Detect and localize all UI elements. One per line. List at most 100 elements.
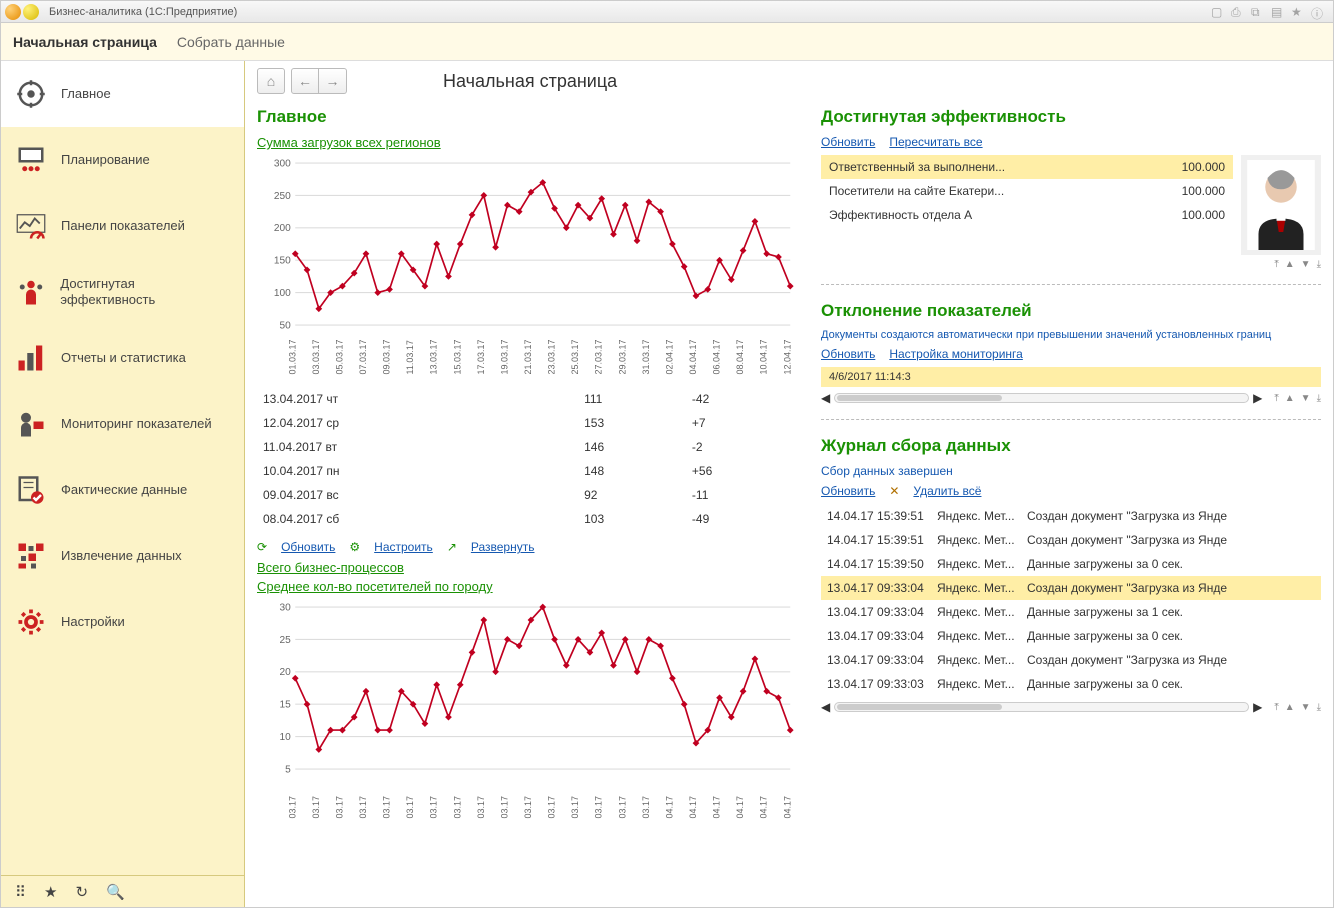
svg-text:03.17: 03.17 — [499, 796, 509, 819]
dev-row[interactable]: 4/6/2017 11:14:3 — [821, 367, 1321, 387]
svg-text:15: 15 — [280, 700, 292, 711]
log-row[interactable]: 13.04.17 09:33:04Яндекс. Мет...Данные за… — [821, 600, 1321, 624]
sidebar-item-reports[interactable]: Отчеты и статистика — [1, 325, 244, 391]
info-icon[interactable]: ⓘ — [1311, 5, 1325, 19]
eff-item[interactable]: Эффективность отдела А100.000 — [821, 203, 1233, 227]
log-row[interactable]: 13.04.17 09:33:03Яндекс. Мет...Данные за… — [821, 672, 1321, 696]
svg-text:17.03.17: 17.03.17 — [476, 339, 486, 374]
forward-button[interactable]: → — [319, 68, 347, 94]
action-refresh[interactable]: Обновить — [281, 540, 335, 554]
board-icon — [15, 144, 47, 176]
svg-text:10: 10 — [280, 732, 292, 743]
favorite-icon[interactable]: ★ — [44, 883, 57, 901]
scroll-left-icon[interactable]: ◀ — [821, 391, 830, 405]
sidebar-item-planning[interactable]: Планирование — [1, 127, 244, 193]
pg-up-icon[interactable]: ▲ — [1285, 702, 1295, 713]
log-hscroll[interactable]: ◀ ▶ ⤒ ▲ ▼ ⤓ — [821, 700, 1321, 714]
search-icon[interactable]: 🔍 — [106, 883, 125, 901]
svg-text:19.03.17: 19.03.17 — [499, 339, 509, 374]
dev-setup[interactable]: Настройка мониторинга — [889, 347, 1023, 361]
svg-text:11.03.17: 11.03.17 — [405, 340, 415, 374]
eff-item[interactable]: Посетители на сайте Екатери...100.000 — [821, 179, 1233, 203]
scroll-right-icon[interactable]: ▶ — [1253, 391, 1262, 405]
pg-first-icon[interactable]: ⤒ — [1274, 393, 1278, 404]
save-icon[interactable]: ▢ — [1211, 5, 1225, 19]
titlebar-actions: ▢ ⎙ ⧉ ▤ ★ ⓘ — [1211, 5, 1329, 19]
sidebar-item-extract[interactable]: Извлечение данных — [1, 523, 244, 589]
bp-link[interactable]: Всего бизнес-процессов — [257, 560, 404, 575]
svg-text:03.17: 03.17 — [594, 796, 604, 819]
chart2-link[interactable]: Среднее кол-во посетителей по городу — [257, 579, 493, 594]
svg-text:03.17: 03.17 — [405, 796, 415, 819]
log-row[interactable]: 13.04.17 09:33:04Яндекс. Мет...Создан до… — [821, 648, 1321, 672]
log-row[interactable]: 14.04.17 15:39:51Яндекс. Мет...Создан до… — [821, 528, 1321, 552]
tab-collect[interactable]: Собрать данные — [177, 30, 285, 54]
svg-text:03.17: 03.17 — [523, 796, 533, 819]
scroll-right-icon[interactable]: ▶ — [1253, 700, 1262, 714]
tabbar: Начальная страница Собрать данные — [1, 23, 1333, 61]
table-row: 13.04.2017 чт111-42 — [259, 388, 795, 410]
pg-down-icon[interactable]: ▼ — [1301, 259, 1311, 270]
svg-text:20: 20 — [280, 667, 292, 678]
svg-text:03.17: 03.17 — [547, 796, 557, 819]
pg-first-icon[interactable]: ⤒ — [1274, 259, 1278, 270]
action-configure[interactable]: Настроить — [374, 540, 433, 554]
log-refresh[interactable]: Обновить — [821, 484, 875, 498]
tb-dropdown-icon[interactable] — [23, 4, 39, 20]
log-row[interactable]: 14.04.17 15:39:51Яндекс. Мет...Создан до… — [821, 504, 1321, 528]
apps-icon[interactable]: ⠿ — [15, 883, 26, 901]
svg-text:5: 5 — [285, 764, 291, 775]
dev-heading: Отклонение показателей — [821, 301, 1321, 321]
pg-last-icon[interactable]: ⤓ — [1317, 702, 1321, 713]
log-row[interactable]: 13.04.17 09:33:04Яндекс. Мет...Данные за… — [821, 624, 1321, 648]
table-row: 09.04.2017 вс92-11 — [259, 484, 795, 506]
pg-up-icon[interactable]: ▲ — [1285, 393, 1295, 404]
sidebar-item-facts[interactable]: Фактические данные — [1, 457, 244, 523]
pg-last-icon[interactable]: ⤓ — [1317, 393, 1321, 404]
log-delete[interactable]: Удалить всё — [913, 484, 981, 498]
log-row[interactable]: 14.04.17 15:39:50Яндекс. Мет...Данные за… — [821, 552, 1321, 576]
svg-text:05.03.17: 05.03.17 — [334, 339, 344, 374]
scroll-left-icon[interactable]: ◀ — [821, 700, 830, 714]
back-button[interactable]: ← — [291, 68, 319, 94]
svg-text:03.03.17: 03.03.17 — [311, 339, 321, 374]
svg-text:04.17: 04.17 — [664, 796, 674, 819]
sidebar-item-efficiency[interactable]: Достигнутая эффективность — [1, 259, 244, 325]
eff-item[interactable]: Ответственный за выполнени...100.000 — [821, 155, 1233, 179]
svg-text:10.04.17: 10.04.17 — [759, 339, 769, 374]
home-button[interactable]: ⌂ — [257, 68, 285, 94]
star-icon[interactable]: ★ — [1291, 5, 1305, 19]
pg-first-icon[interactable]: ⤒ — [1274, 702, 1278, 713]
sidebar-item-monitoring[interactable]: Мониторинг показателей — [1, 391, 244, 457]
copy-icon[interactable]: ⧉ — [1251, 5, 1265, 19]
svg-text:04.17: 04.17 — [688, 796, 698, 819]
document-check-icon — [15, 474, 47, 506]
log-status: Сбор данных завершен — [821, 464, 1321, 478]
pg-down-icon[interactable]: ▼ — [1301, 393, 1311, 404]
svg-text:03.17: 03.17 — [334, 796, 344, 819]
tab-home[interactable]: Начальная страница — [13, 30, 157, 54]
history-icon[interactable]: ↻ — [75, 883, 88, 901]
eff-refresh[interactable]: Обновить — [821, 135, 875, 149]
content-toolbar: ⌂ ← → Начальная страница — [245, 61, 1333, 101]
eff-recalc[interactable]: Пересчитать все — [889, 135, 982, 149]
action-expand[interactable]: Развернуть — [471, 540, 535, 554]
svg-text:04.04.17: 04.04.17 — [688, 339, 698, 374]
sidebar-item-main[interactable]: Главное — [1, 61, 244, 127]
svg-text:27.03.17: 27.03.17 — [594, 339, 604, 374]
pg-last-icon[interactable]: ⤓ — [1317, 259, 1321, 270]
sidebar: Главное Планирование Панели показателей … — [1, 61, 245, 907]
dev-hscroll[interactable]: ◀ ▶ ⤒ ▲ ▼ ⤓ — [821, 391, 1321, 405]
print-icon[interactable]: ⎙ — [1231, 5, 1245, 19]
log-row[interactable]: 13.04.17 09:33:04Яндекс. Мет...Создан до… — [821, 576, 1321, 600]
sidebar-item-dashboards[interactable]: Панели показателей — [1, 193, 244, 259]
pg-down-icon[interactable]: ▼ — [1301, 702, 1311, 713]
dev-refresh[interactable]: Обновить — [821, 347, 875, 361]
calc-icon[interactable]: ▤ — [1271, 5, 1285, 19]
content: ⌂ ← → Начальная страница Главное Сумма з… — [245, 61, 1333, 907]
pg-up-icon[interactable]: ▲ — [1285, 259, 1295, 270]
svg-text:50: 50 — [280, 320, 292, 331]
svg-text:04.17: 04.17 — [759, 796, 769, 819]
sidebar-item-settings[interactable]: Настройки — [1, 589, 244, 655]
chart1-link[interactable]: Сумма загрузок всех регионов — [257, 135, 441, 150]
